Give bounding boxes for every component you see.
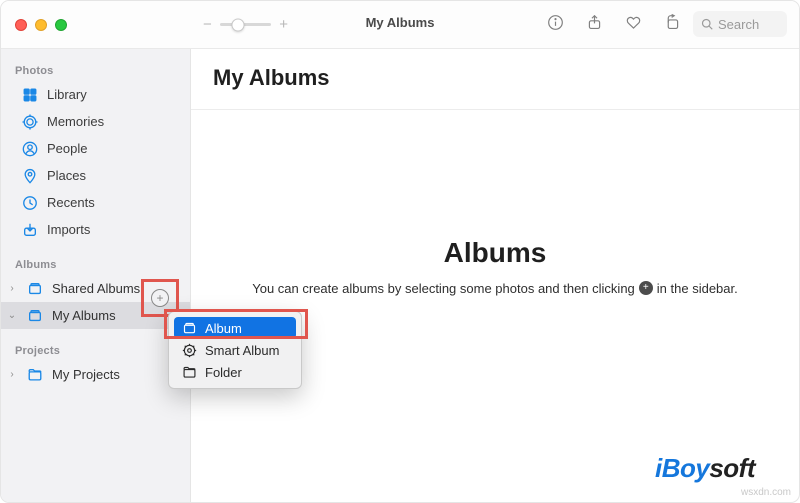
- sidebar-item-library[interactable]: Library: [1, 81, 190, 108]
- search-input[interactable]: Search: [693, 11, 787, 37]
- library-icon: [21, 87, 38, 103]
- zoom-out-icon: −: [203, 16, 212, 33]
- folder-icon: [182, 365, 197, 380]
- ctx-item-label: Folder: [205, 365, 242, 380]
- share-icon[interactable]: [586, 14, 603, 36]
- recents-icon: [21, 195, 38, 211]
- sidebar-item-label: Places: [47, 168, 86, 183]
- plus-icon: +: [639, 281, 653, 295]
- chevron-right-icon[interactable]: ›: [7, 283, 17, 294]
- empty-state: Albums You can create albums by selectin…: [191, 70, 799, 462]
- chevron-down-icon[interactable]: ⌄: [7, 310, 17, 321]
- sidebar-item-label: People: [47, 141, 87, 156]
- sidebar-item-label: Memories: [47, 114, 104, 129]
- sidebar-section-photos: Photos: [1, 59, 190, 81]
- empty-state-text-after: in the sidebar.: [657, 281, 738, 296]
- empty-state-title: Albums: [444, 237, 547, 269]
- fullscreen-window-button[interactable]: [55, 19, 67, 31]
- sidebar-item-label: Library: [47, 87, 87, 102]
- ctx-item-album[interactable]: Album: [174, 317, 296, 339]
- zoom-slider-knob[interactable]: [231, 18, 244, 31]
- close-window-button[interactable]: [15, 19, 27, 31]
- sidebar-item-people[interactable]: People: [1, 135, 190, 162]
- title-bar: − + My Albums Search: [1, 1, 799, 49]
- sidebar-item-recents[interactable]: Recents: [1, 189, 190, 216]
- info-icon[interactable]: [547, 14, 564, 36]
- imports-icon: [21, 222, 38, 238]
- people-icon: [21, 141, 38, 157]
- zoom-in-icon: +: [279, 16, 288, 33]
- photos-window: − + My Albums Search: [0, 0, 800, 503]
- album-icon: [182, 321, 197, 336]
- ctx-item-smart-album[interactable]: Smart Album: [174, 339, 296, 361]
- sidebar-item-memories[interactable]: Memories: [1, 108, 190, 135]
- favorite-icon[interactable]: [625, 14, 642, 36]
- empty-state-subtitle: You can create albums by selecting some …: [252, 281, 737, 296]
- sidebar-item-my-projects[interactable]: › My Projects: [1, 361, 190, 388]
- toolbar-icons: [547, 1, 681, 49]
- sidebar-item-imports[interactable]: Imports: [1, 216, 190, 243]
- memories-icon: [21, 114, 38, 130]
- smart-album-icon: [182, 343, 197, 358]
- sidebar-item-label: Shared Albums: [52, 281, 140, 296]
- empty-state-text-before: You can create albums by selecting some …: [252, 281, 635, 296]
- traffic-lights: [1, 19, 73, 31]
- search-icon: [701, 18, 713, 30]
- sidebar: Photos Library Memories People Places Re…: [1, 49, 191, 502]
- sidebar-item-label: Imports: [47, 222, 90, 237]
- sidebar-item-places[interactable]: Places: [1, 162, 190, 189]
- main-panel: My Albums Albums You can create albums b…: [191, 49, 799, 502]
- minimize-window-button[interactable]: [35, 19, 47, 31]
- new-album-context-menu: Album Smart Album Folder: [168, 311, 302, 389]
- ctx-item-label: Album: [205, 321, 242, 336]
- watermark-domain: wsxdn.com: [741, 487, 791, 498]
- ctx-item-label: Smart Album: [205, 343, 279, 358]
- sidebar-section-projects: Projects: [1, 339, 190, 361]
- rotate-icon[interactable]: [664, 14, 681, 36]
- window-body: Photos Library Memories People Places Re…: [1, 49, 799, 502]
- thumbnail-zoom-slider[interactable]: − +: [203, 16, 288, 33]
- search-placeholder: Search: [718, 17, 759, 32]
- chevron-right-icon[interactable]: ›: [7, 369, 17, 380]
- sidebar-section-albums: Albums: [1, 253, 190, 275]
- zoom-slider-track[interactable]: [220, 23, 271, 26]
- my-projects-icon: [26, 367, 43, 383]
- ctx-item-folder[interactable]: Folder: [174, 361, 296, 383]
- window-title: My Albums: [366, 15, 435, 30]
- sidebar-item-label: Recents: [47, 195, 95, 210]
- shared-albums-icon: [26, 281, 43, 297]
- places-icon: [21, 168, 38, 184]
- my-albums-icon: [26, 308, 43, 324]
- add-album-button[interactable]: +: [151, 289, 169, 307]
- watermark-brand: iBoysoft: [655, 453, 755, 484]
- sidebar-item-label: My Albums: [52, 308, 116, 323]
- sidebar-item-label: My Projects: [52, 367, 120, 382]
